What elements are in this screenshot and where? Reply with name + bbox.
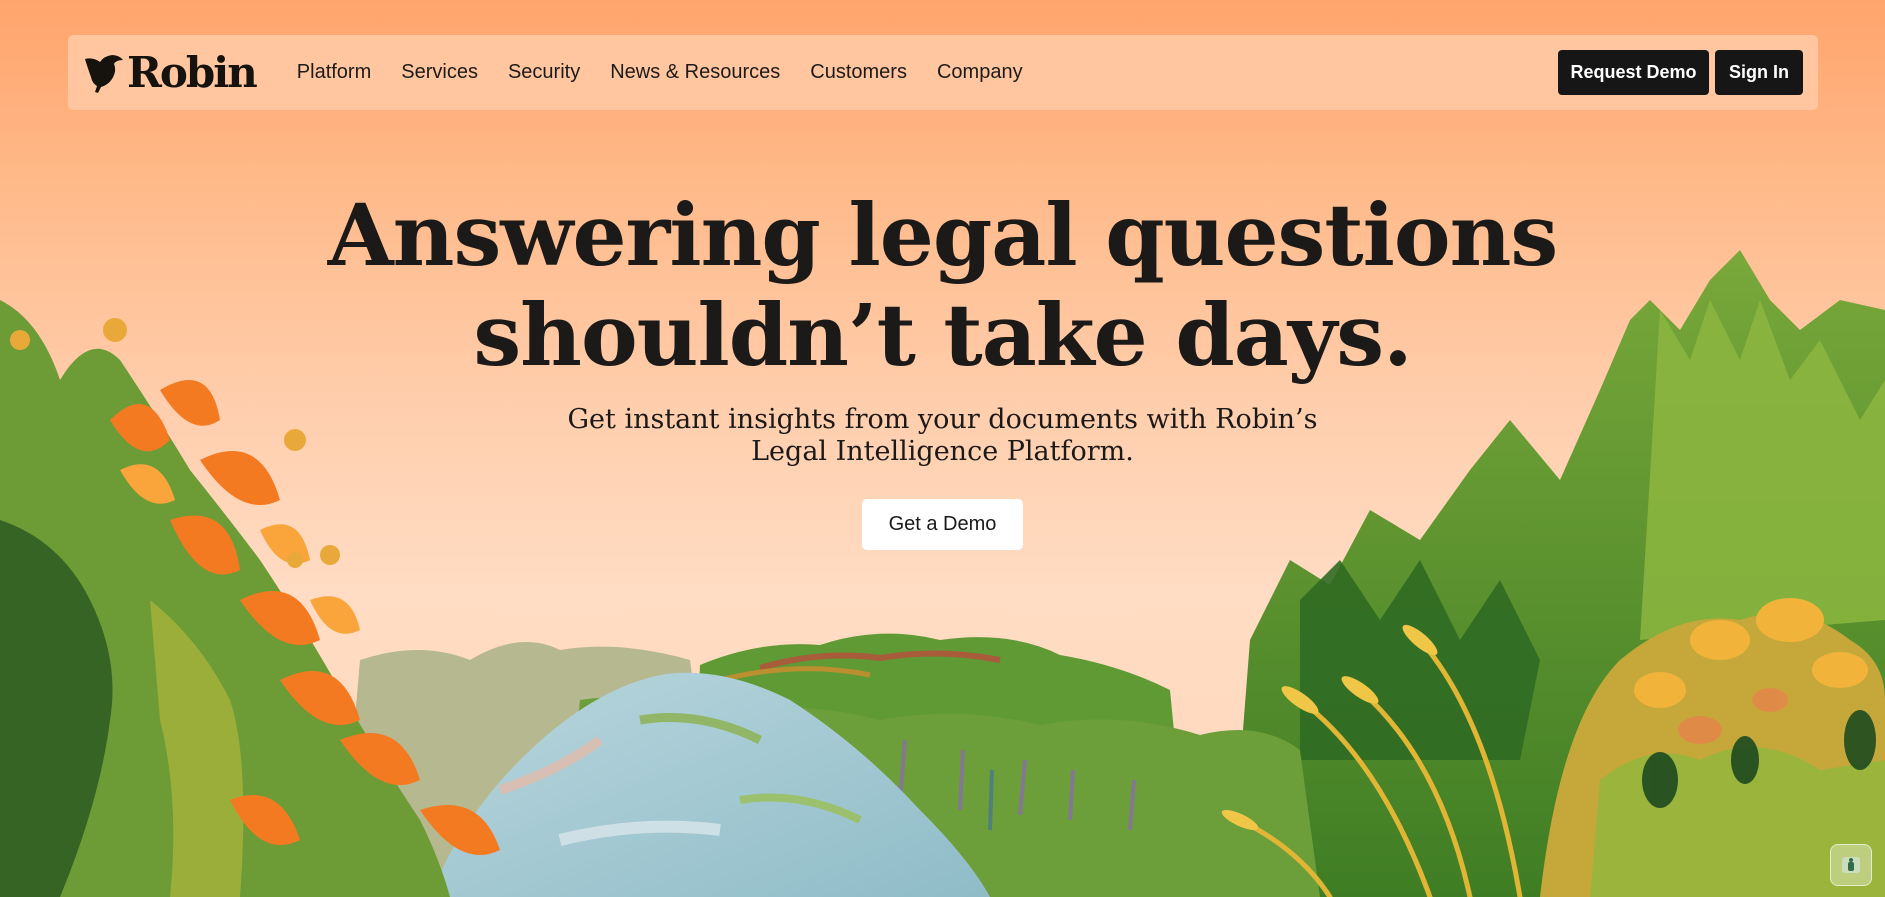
nav-link-customers[interactable]: Customers (810, 61, 907, 84)
request-demo-button[interactable]: Request Demo (1558, 50, 1709, 95)
brand-name: Robin (127, 47, 258, 97)
hero-subtitle: Get instant insights from your documents… (0, 404, 1885, 468)
nav-actions: Request Demo Sign In (1558, 50, 1803, 95)
robin-bird-icon (85, 54, 123, 93)
chat-launcher-button[interactable] (1830, 844, 1872, 886)
nav-link-news-resources[interactable]: News & Resources (610, 61, 780, 84)
nav-link-company[interactable]: Company (937, 61, 1023, 84)
nav-link-services[interactable]: Services (401, 61, 478, 84)
hero-subtitle-line-1: Get instant insights from your documents… (567, 404, 1318, 435)
sign-in-button[interactable]: Sign In (1715, 50, 1803, 95)
nav-link-platform[interactable]: Platform (297, 61, 371, 84)
chat-launcher-icon (1842, 857, 1860, 873)
top-navigation: Robin Platform Services Security News & … (68, 35, 1818, 110)
nav-link-security[interactable]: Security (508, 61, 580, 84)
hero-title-line-1: Answering legal questions (327, 186, 1559, 286)
hero-title: Answering legal questions shouldn’t take… (0, 186, 1885, 386)
hero-subtitle-line-2: Legal Intelligence Platform. (751, 436, 1134, 467)
hero-title-line-2: shouldn’t take days. (473, 286, 1412, 386)
primary-nav: Platform Services Security News & Resour… (297, 61, 1023, 84)
get-demo-button[interactable]: Get a Demo (862, 499, 1023, 550)
brand-logo[interactable]: Robin (83, 47, 258, 97)
